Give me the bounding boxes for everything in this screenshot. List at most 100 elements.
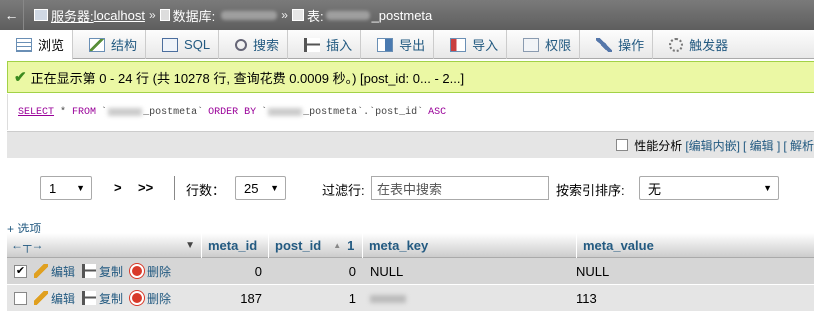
tab-bar: 浏览 结构 SQL 搜索 插入 导出 导入 权限 操作 触发器 [0,30,814,60]
rows-per-page-select[interactable]: 25 ▼ [235,176,286,200]
pencil-icon [34,264,48,278]
success-message: ✔ 正在显示第 0 - 24 行 (共 10278 行, 查询花费 0.0009… [7,61,814,93]
next-page-button[interactable]: > [114,180,122,195]
server-prefix-label: 服务器: [51,8,94,24]
tab-insert[interactable]: 插入 [288,30,362,59]
tab-sql[interactable]: SQL [146,30,220,59]
column-header-label: meta_id [208,237,258,253]
tab-label: 操作 [618,38,645,53]
page-select-value: 1 [49,180,57,196]
row-checkbox[interactable]: ✔ [14,264,27,278]
sql-icon [162,37,179,52]
tab-label: 结构 [111,38,138,53]
pencil-icon [34,291,48,305]
divider [174,176,175,200]
database-name-redacted [221,10,278,20]
sort-ascending-icon: ▲ [333,240,342,250]
inline-edit-link[interactable]: [编辑内嵌] [685,137,740,154]
cell-post-id[interactable]: 1 [268,291,362,306]
column-expand-control[interactable]: ←┬→ ▼ [7,238,201,252]
edit-row-button[interactable]: 编辑 [34,290,75,307]
breadcrumb-server[interactable]: 服务器: localhost [34,6,145,25]
copy-icon [82,264,97,278]
column-header-post-id[interactable]: post_id ▲ 1 [268,232,362,258]
column-header-label: meta_key [369,237,429,253]
cell-meta-id[interactable]: 0 [201,264,268,279]
tab-triggers[interactable]: 触发器 [653,30,736,59]
cell-meta-key[interactable]: NULL [362,264,576,279]
dropdown-arrow-icon: ▼ [76,183,85,193]
sql-column-ref: _postmeta`.`post_id` [303,106,424,118]
cell-meta-key[interactable] [362,291,576,306]
breadcrumb-table[interactable]: 表: _postmeta [291,6,433,25]
tab-privileges[interactable]: 权限 [507,30,581,59]
edit-label: 编辑 [51,291,76,306]
column-header-meta-key[interactable]: meta_key [362,232,576,258]
tab-import[interactable]: 导入 [434,30,508,59]
wrench-icon [596,37,613,52]
sql-keyword-order: ORDER BY [208,106,257,118]
sql-keyword-select[interactable]: SELECT [18,107,54,118]
sort-by-key-label: 按索引排序: [556,183,625,198]
column-header-meta-value[interactable]: meta_value [576,232,814,258]
table-row[interactable]: ✔ 编辑 复制 删除 0 0 NULL NULL [7,258,814,285]
sort-by-key-select[interactable]: 无 ▼ [639,176,779,200]
privileges-icon [523,37,540,52]
tab-label: 权限 [545,38,572,53]
copy-label: 复制 [99,291,124,306]
column-menu-icon[interactable]: ▼ [185,240,195,251]
tab-structure[interactable]: 结构 [73,30,147,59]
delete-row-button[interactable]: 删除 [130,263,171,280]
server-icon [34,9,48,21]
filter-placeholder: 在表中搜索 [377,181,443,197]
page-select[interactable]: 1 ▼ [40,176,92,200]
edit-query-link[interactable]: [ 编辑 ] [743,137,780,154]
copy-label: 复制 [99,264,124,279]
delete-row-button[interactable]: 删除 [130,290,171,307]
tab-export[interactable]: 导出 [361,30,435,59]
structure-icon [89,37,106,52]
table-row[interactable]: 编辑 复制 删除 187 1 113 [7,285,814,311]
breadcrumb: ← 服务器: localhost » 数据库: » 表: _postmeta [0,0,814,30]
tab-label: 插入 [326,38,353,53]
table-name-suffix[interactable]: _postmeta [372,8,433,23]
column-header-meta-id[interactable]: meta_id [201,232,268,258]
server-name[interactable]: localhost [94,8,145,23]
tab-operations[interactable]: 操作 [580,30,654,59]
cell-meta-id[interactable]: 187 [201,291,268,306]
edit-row-button[interactable]: 编辑 [34,263,75,280]
profiling-checkbox[interactable] [616,139,629,151]
checkmark-icon: ✔ [14,69,27,86]
cell-meta-value[interactable]: 113 [576,291,814,306]
pagination-row: 1 ▼ > >> 行数： 25 ▼ 过滤行: 在表中搜索 按索引排序: 无 ▼ [0,170,814,206]
tab-label: 导入 [472,38,499,53]
sql-query[interactable]: SELECT * FROM ` _postmeta` ORDER BY ` _pos… [7,94,814,130]
copy-row-button[interactable]: 复制 [82,263,123,280]
delete-label: 删除 [147,291,172,306]
copy-row-button[interactable]: 复制 [82,290,123,307]
sql-redacted-prefix [268,108,303,116]
profiling-label: 性能分析 [634,138,683,153]
filter-rows-input[interactable]: 在表中搜索 [371,176,549,200]
tab-browse[interactable]: 浏览 [0,30,74,60]
filter-label: 过滤行: [322,183,365,198]
row-checkbox[interactable] [14,291,27,305]
explain-link[interactable]: [ 解析 [783,137,814,154]
back-arrow-icon[interactable]: ← [0,0,24,30]
browse-icon [16,37,32,52]
dropdown-arrow-icon: ▼ [270,183,279,193]
breadcrumb-database[interactable]: 数据库: [159,6,278,25]
tab-search[interactable]: 搜索 [219,30,289,59]
database-icon [159,9,170,21]
tab-label: 浏览 [38,38,65,53]
database-prefix-label: 数据库: [172,8,216,24]
cell-post-id[interactable]: 0 [268,264,362,279]
last-page-button[interactable]: >> [138,180,153,195]
cell-meta-value[interactable]: NULL [576,264,814,279]
tab-label: SQL [184,37,211,52]
copy-icon [82,291,97,305]
expand-arrows-icon[interactable]: ←┬→ [11,238,44,252]
sql-keyword-asc: ASC [428,106,447,118]
sql-table-ref: _postmeta` [143,106,204,118]
table-header: ←┬→ ▼ meta_id post_id ▲ 1 meta_key meta_… [7,232,814,258]
